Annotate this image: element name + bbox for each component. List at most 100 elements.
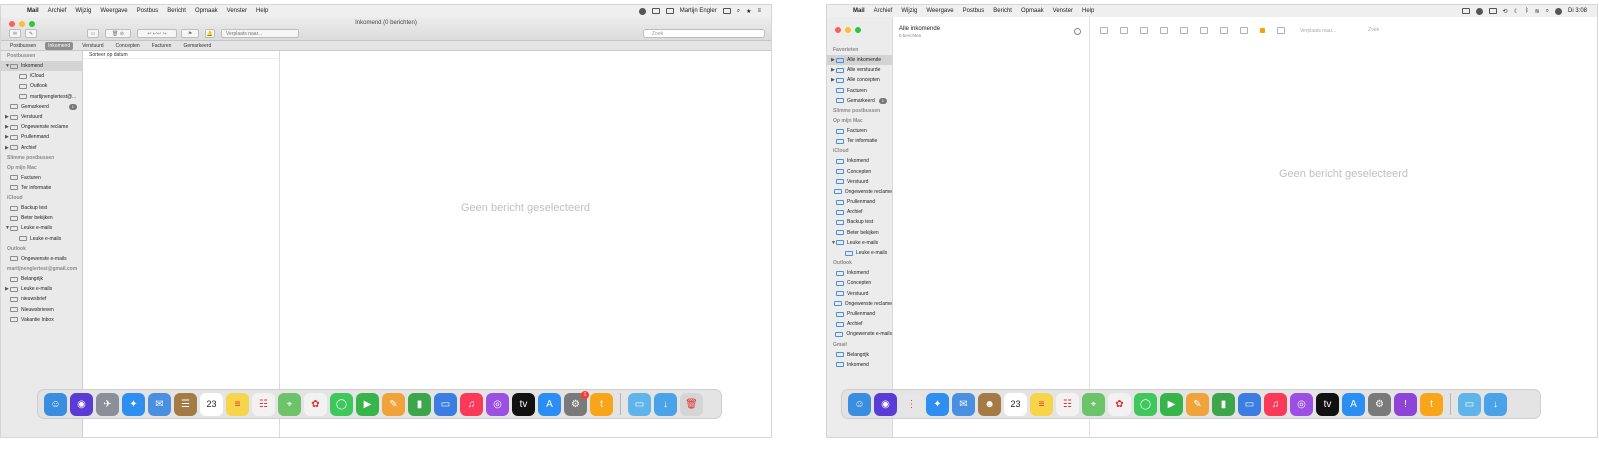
sidebar-item-outlook[interactable]: Outlook [1,81,82,91]
sidebar-item-alle-concepten[interactable]: ▶ Alle concepten [827,75,892,85]
menu-mail[interactable]: Mail [27,8,39,14]
dock-tv-icon[interactable]: tv [512,392,535,416]
dock-system-preferences-icon[interactable]: ⚙ 1 [564,390,589,416]
fav-facturen[interactable]: Facturen [149,42,175,50]
dock-trash-icon[interactable]: 🗑 [680,392,703,416]
sidebar-item-prullenmand[interactable]: Prullenmand [827,197,892,207]
menu-venster[interactable]: Venster [1053,8,1073,14]
minimize-button[interactable] [845,27,851,33]
sidebar-item-ongewenste-reclame[interactable]: ▶ Ongewenste reclame [1,122,82,132]
dock-notes-icon[interactable]: ≡ [1030,392,1053,416]
search-input[interactable]: Zoek [1368,27,1379,33]
get-mail-button[interactable]: ✉ [9,29,21,38]
dock-siri-icon[interactable]: ◉ [874,392,897,416]
screen-icon[interactable] [651,8,660,14]
sidebar-item-leuke-e-mails[interactable]: ▼ Leuke e-mails [827,238,892,248]
sidebar-item-facturen[interactable]: Facturen [1,173,82,183]
dock-freeform-icon[interactable]: ✎ [382,392,405,416]
menu-venster[interactable]: Venster [227,8,247,14]
trash-icon[interactable] [1160,27,1168,34]
search-icon[interactable]: ⌕ [737,8,740,15]
sidebar-item-nieuwsbrief[interactable]: nieuwsbrief [1,294,82,304]
zoom-button[interactable] [855,27,861,33]
dock-safari-icon[interactable]: ✦ [926,392,949,416]
sidebar-item-verstuurd[interactable]: Verstuurd [827,289,892,299]
status-icon[interactable] [638,7,646,15]
close-button[interactable] [835,27,841,33]
dock-calendar-icon[interactable]: 23 [200,392,223,416]
reply-all-icon[interactable] [1220,27,1228,34]
dock-launchpad-icon[interactable]: ✈ [96,392,119,416]
dock-contacts-icon[interactable]: ☻ [978,392,1001,416]
sidebar-item-archief[interactable]: Archief [827,319,892,329]
sidebar-item-ongewenste-e-mails[interactable]: Ongewenste e-mails [1,254,82,264]
sidebar-item-leuke-e-mails[interactable]: Leuke e-mails [827,248,892,258]
sidebar-item-inkomend[interactable]: ▼ Inkomend [1,61,82,72]
dock-numbers-icon[interactable]: ▮ [1212,392,1235,416]
sidebar-item-backup-test[interactable]: Backup test [1,203,82,213]
dock-facetime-icon[interactable]: ▶ [356,392,379,416]
menu-bericht[interactable]: Bericht [993,8,1012,14]
compose-button[interactable]: ✎ [25,29,37,38]
menu-help[interactable]: Help [256,8,268,14]
reply-icon[interactable] [1200,27,1208,34]
sidebar-item-belangrijk[interactable]: Belangrijk [1,274,82,284]
dock-messages-icon[interactable]: ◯ [1134,392,1157,416]
menu-wijzig[interactable]: Wijzig [75,8,91,14]
dock-numbers-icon[interactable]: ▮ [408,392,431,416]
sidebar-item-inkomend[interactable]: Inkomend [827,156,892,166]
dock-app-store-icon[interactable]: A [1342,392,1365,416]
reply-buttons[interactable]: ↩ ↩↩ ↪ [137,29,177,38]
sidebar-item-ter-informatie[interactable]: Ter informatie [1,183,82,193]
dock-notes-icon[interactable]: ≡ [226,392,249,416]
sidebar-item-prullenmand[interactable]: ▶ Prullenmand [1,132,82,142]
sidebar-item-vakantie-inbox[interactable]: Vakantie Inbox [1,315,82,325]
user-name[interactable]: Martijn Engler [680,8,717,14]
dock-podcasts-icon[interactable]: ◎ [486,392,509,416]
dock-system-preferences-icon[interactable]: ⚙ [1368,392,1391,416]
dock-keynote-icon[interactable]: ▭ [434,392,457,416]
mute-button[interactable]: 🔔 [205,29,215,38]
sidebar-item-leuke-e-mails[interactable]: Leuke e-mails [1,234,82,244]
compose-icon[interactable] [1120,27,1128,34]
archive-button[interactable]: ▭ [87,29,99,38]
sidebar-item-alle-verstuurde[interactable]: ▶ Alle verstuurde [827,65,892,75]
sidebar-item-gemarkeerd[interactable]: Gemarkeerd 1 [827,96,892,106]
siri-icon[interactable] [1554,7,1562,15]
junk-icon[interactable] [1180,27,1188,34]
bell-icon[interactable] [1277,27,1285,34]
menu-opmaak[interactable]: Opmaak [1021,8,1044,14]
sidebar-item-archief[interactable]: ▶ Archief [1,143,82,153]
fav-verstuurd[interactable]: Verstuurd [79,42,106,50]
dock-maps-icon[interactable]: ⌖ [1082,392,1105,416]
sidebar-item-concepten[interactable]: Concepten [827,167,892,177]
search-icon[interactable]: ⌕ [1546,8,1549,15]
sidebar-item-facturen[interactable]: Facturen [827,126,892,136]
clock[interactable]: Di 3:08 [1568,8,1587,14]
sidebar-item-leuke-e-mails[interactable]: ▶ Leuke e-mails [1,284,82,294]
dock-finder-icon[interactable]: ☺ [44,392,67,416]
sidebar-item-facturen[interactable]: Facturen [827,86,892,96]
sidebar-item-concepten[interactable]: Concepten [827,278,892,288]
sidebar-item-prullenmand[interactable]: Prullenmand [827,309,892,319]
screen-icon[interactable] [1461,8,1470,14]
envelope-icon[interactable] [1100,27,1108,34]
sidebar-item-ter-informatie[interactable]: Ter informatie [827,136,892,146]
dock-freeform-icon[interactable]: ✎ [1186,392,1209,416]
menu-bericht[interactable]: Bericht [167,8,186,14]
sidebar-item-martijnenglertest[interactable]: martijnenglertest@... [1,92,82,102]
fav-inkomend[interactable]: Inkomend [45,41,74,50]
menu-archief[interactable]: Archief [874,8,893,14]
menu-icon[interactable]: ≡ [757,8,761,14]
display-icon[interactable] [722,8,731,14]
fav-gemarkeerd[interactable]: Gemarkeerd [180,42,214,50]
menu-wijzig[interactable]: Wijzig [901,8,917,14]
flag-button[interactable]: ⚑ [181,29,199,38]
fav-concepten[interactable]: Concepten [113,42,143,50]
sidebar-item-verstuurd[interactable]: Verstuurd [827,177,892,187]
delete-junk-buttons[interactable]: 🗑 ⊘ [105,29,131,38]
sidebar-item-icloud[interactable]: iCloud [1,71,82,81]
sidebar-item-leuke-e-mails[interactable]: ▼ Leuke e-mails [1,223,82,233]
menu-postbus[interactable]: Postbus [963,8,985,14]
dock-mail-icon[interactable]: ✉ [148,392,171,416]
